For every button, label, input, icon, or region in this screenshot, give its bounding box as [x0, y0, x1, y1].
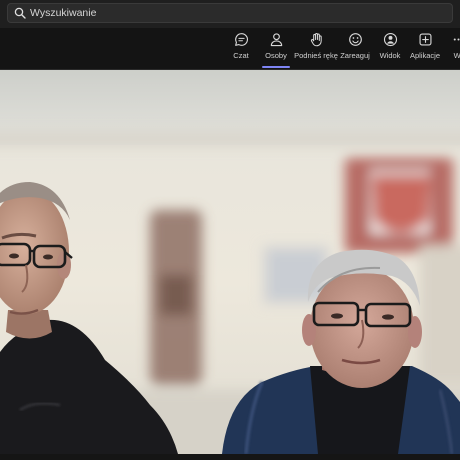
bottom-strip: [0, 454, 460, 460]
search-input[interactable]: Wyszukiwanie: [30, 7, 96, 20]
react-label: Zareaguj: [340, 51, 370, 60]
more-button[interactable]: Wi: [448, 32, 460, 66]
apps-icon: [419, 33, 432, 46]
apps-label: Aplikacje: [409, 51, 440, 60]
raise-hand-label: Podnieś rękę: [294, 51, 338, 60]
raise-hand-icon: [310, 32, 322, 47]
participant-video-feed: [0, 70, 460, 454]
raise-hand-button[interactable]: Podnieś rękę: [294, 32, 338, 66]
chat-icon: [234, 33, 248, 46]
active-tab-indicator: [262, 66, 290, 68]
video-stage: [0, 70, 460, 454]
react-icon: [348, 33, 362, 46]
more-label: Wi: [453, 51, 460, 60]
chat-label: Czat: [233, 51, 249, 60]
title-bar: Wyszukiwanie: [0, 0, 460, 28]
meeting-toolbar: Czat Osoby Podnieś rękę Zareaguj Widok A…: [0, 28, 460, 70]
view-button[interactable]: Widok: [376, 32, 404, 66]
search-icon: [14, 7, 26, 19]
people-button[interactable]: Osoby: [261, 32, 291, 68]
chat-button[interactable]: Czat: [229, 32, 253, 66]
more-icon: [453, 38, 460, 41]
apps-button[interactable]: Aplikacje: [408, 32, 442, 66]
view-icon: [383, 32, 397, 47]
search-box[interactable]: Wyszukiwanie: [7, 3, 453, 23]
view-label: Widok: [379, 51, 401, 60]
people-label: Osoby: [265, 51, 287, 60]
teams-meeting-window: Wyszukiwanie Czat Osoby Podnieś rękę Zar…: [0, 0, 460, 460]
react-button[interactable]: Zareaguj: [340, 32, 370, 66]
people-icon: [270, 33, 282, 47]
